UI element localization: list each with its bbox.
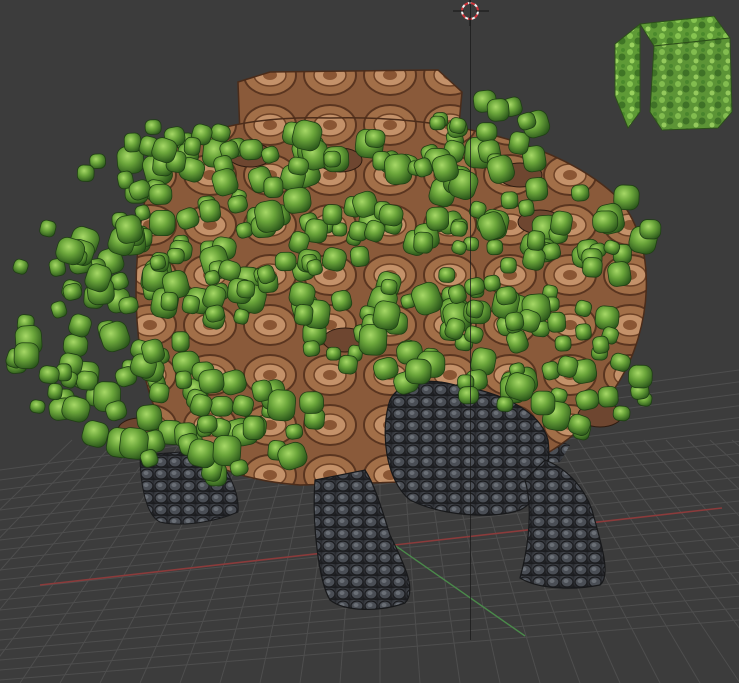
leaf-cube bbox=[639, 219, 662, 240]
leaf-cube bbox=[425, 206, 450, 231]
leaf-cube bbox=[274, 251, 297, 272]
leaf-cube bbox=[500, 257, 517, 274]
leaf-cube bbox=[554, 335, 572, 352]
leaf-cube bbox=[496, 396, 514, 413]
leaf-cube bbox=[12, 258, 29, 275]
leaf-cube bbox=[267, 389, 297, 422]
leaf-cube bbox=[458, 386, 480, 405]
leaf-cube bbox=[518, 199, 535, 217]
leaf-cube bbox=[197, 414, 218, 434]
leaf-cube bbox=[380, 278, 398, 296]
3d-cursor-icon[interactable] bbox=[453, 0, 489, 26]
leaf-cube bbox=[476, 122, 498, 142]
leaf-cube bbox=[413, 231, 434, 254]
leaf-cube bbox=[571, 184, 590, 202]
leaf-cube bbox=[148, 382, 170, 404]
leaf-cube bbox=[148, 183, 173, 205]
leaf-cube bbox=[282, 187, 312, 214]
leaf-cube bbox=[592, 335, 610, 354]
leaf-cube bbox=[322, 204, 343, 226]
leaf-cube bbox=[530, 390, 556, 416]
leaf-cube bbox=[149, 209, 176, 236]
leaf-cube bbox=[349, 245, 370, 267]
leaf-cube bbox=[575, 323, 592, 341]
leaf-cube bbox=[29, 399, 46, 414]
leaf-cube bbox=[486, 239, 504, 256]
leaf-cube bbox=[294, 303, 314, 326]
leaf-cube bbox=[285, 423, 304, 440]
leaf-cube bbox=[144, 119, 162, 135]
leaf-cube bbox=[597, 386, 619, 408]
leaf-cube bbox=[263, 176, 284, 198]
leaf-cube bbox=[299, 391, 324, 414]
leaf-cube bbox=[323, 150, 342, 168]
leaf-cube bbox=[582, 256, 603, 278]
front-right-leg bbox=[519, 459, 606, 589]
leaf-cube bbox=[236, 279, 256, 299]
leaf-cube bbox=[500, 191, 519, 210]
leaf-cube bbox=[181, 294, 200, 315]
leaf-cube bbox=[607, 261, 632, 287]
leaf-cube bbox=[337, 354, 358, 375]
leaf-cube bbox=[429, 115, 446, 131]
3d-viewport[interactable] bbox=[0, 0, 739, 683]
leaf-cube bbox=[171, 331, 190, 352]
leaf-cube bbox=[364, 128, 386, 148]
grid-line bbox=[0, 439, 117, 572]
leaf-cube bbox=[38, 365, 60, 385]
leaf-cube bbox=[592, 210, 619, 233]
leaf-cube bbox=[242, 415, 265, 440]
leaf-cube bbox=[13, 342, 40, 369]
grid-line bbox=[0, 439, 139, 611]
leaf-cube bbox=[81, 420, 109, 448]
leaf-cube bbox=[198, 199, 221, 223]
leaf-cube bbox=[50, 300, 68, 319]
leaf-cube bbox=[450, 220, 468, 237]
viewport-vertical-guide bbox=[470, 0, 471, 640]
leaf-cube bbox=[612, 405, 631, 422]
leaf-cube bbox=[302, 340, 321, 357]
leaf-cube bbox=[39, 219, 57, 238]
leaf-cube bbox=[76, 164, 95, 182]
leaf-cube bbox=[404, 358, 432, 385]
leaf-cube bbox=[525, 177, 549, 202]
leaf-cube bbox=[123, 132, 142, 153]
leaf-cube bbox=[209, 396, 234, 417]
leaf-cube bbox=[175, 370, 193, 390]
leaf-cube bbox=[183, 136, 201, 156]
leaf-cube bbox=[550, 210, 573, 236]
leaf-cube bbox=[198, 368, 225, 394]
leaf-cube bbox=[483, 274, 501, 292]
leaf-cube bbox=[239, 139, 264, 161]
leaf-cube bbox=[160, 291, 179, 311]
material-preview-icon[interactable] bbox=[610, 15, 734, 134]
tortoise-model[interactable] bbox=[4, 69, 662, 611]
leaf-cube bbox=[526, 230, 546, 251]
leaf-cube bbox=[326, 346, 342, 361]
leaf-cube bbox=[166, 247, 185, 265]
grid-line bbox=[599, 439, 739, 629]
leaf-cube bbox=[628, 364, 653, 389]
front-left-leg bbox=[313, 469, 411, 611]
leaf-cube bbox=[486, 98, 510, 122]
leaf-cube bbox=[504, 311, 525, 331]
leaf-cube bbox=[438, 267, 456, 283]
leaf-cube bbox=[47, 383, 63, 401]
